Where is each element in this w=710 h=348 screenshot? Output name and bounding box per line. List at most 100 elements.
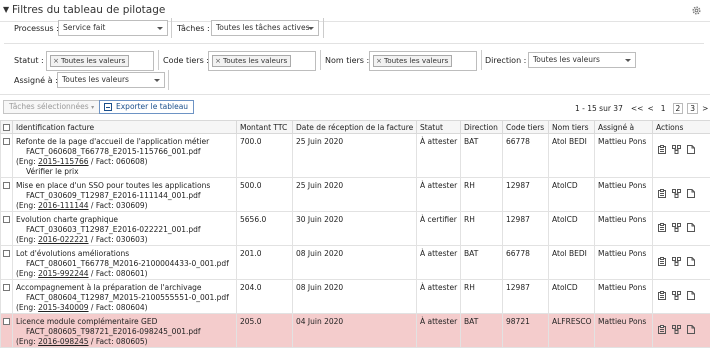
- row-checkbox[interactable]: [3, 318, 10, 325]
- invoice-eng-line: (Eng: 2016-098245 / Fact: 080605): [16, 337, 236, 347]
- engagement-link[interactable]: 2016-111144: [38, 201, 88, 210]
- engagement-link[interactable]: 2016-022221: [38, 235, 88, 244]
- invoice-file[interactable]: FACT_030609_T12987_E2016-111144_001.pdf: [16, 191, 236, 201]
- document-icon[interactable]: [687, 145, 695, 154]
- direction-cell: BAT: [461, 246, 503, 280]
- invoice-identification: Mise en place d'un SSO pour toutes les a…: [13, 178, 237, 212]
- prev-page-link[interactable]: <: [647, 104, 653, 113]
- row-checkbox[interactable]: [3, 182, 10, 189]
- workflow-icon[interactable]: [672, 325, 681, 334]
- actions-cell: [653, 280, 710, 314]
- invoice-file[interactable]: FACT_080604_T12987_M2015-2100555551-0_00…: [16, 293, 236, 303]
- engagement-link[interactable]: 2015-115766: [38, 157, 88, 166]
- direction-cell: RH: [461, 178, 503, 212]
- clipboard-icon[interactable]: [658, 325, 666, 334]
- assigne-cell: Mattieu Pons: [595, 178, 653, 212]
- montant-cell: 5656.0: [237, 212, 293, 246]
- page-2-link[interactable]: 2: [673, 103, 684, 114]
- nom-tiers-tag[interactable]: ×Toutes les valeurs: [373, 55, 452, 67]
- code-tiers-cell: 12987: [503, 178, 549, 212]
- code-tiers-multiselect[interactable]: ×Toutes les valeurs: [208, 51, 316, 71]
- row-select-cell: [1, 280, 13, 314]
- direction-cell: RH: [461, 280, 503, 314]
- code-tiers-tag[interactable]: ×Toutes les valeurs: [212, 55, 291, 67]
- export-table-button[interactable]: Exporter le tableau: [99, 100, 194, 114]
- engagement-link[interactable]: 2015-992244: [38, 269, 88, 278]
- collapse-triangle-icon[interactable]: ▼: [3, 5, 9, 14]
- workflow-icon[interactable]: [672, 291, 681, 300]
- row-checkbox[interactable]: [3, 284, 10, 291]
- invoice-title: Accompagnement à la préparation de l'arc…: [16, 283, 236, 293]
- document-icon[interactable]: [687, 223, 695, 232]
- col-montant[interactable]: Montant TTC: [237, 121, 293, 134]
- page-1-link[interactable]: 1: [658, 103, 669, 114]
- invoice-identification: Accompagnement à la préparation de l'arc…: [13, 280, 237, 314]
- remove-tag-icon[interactable]: ×: [376, 56, 382, 65]
- filters-header[interactable]: ▼ Filtres du tableau de pilotage: [0, 0, 710, 22]
- document-icon[interactable]: [687, 257, 695, 266]
- engagement-link[interactable]: 2016-098245: [38, 337, 88, 346]
- invoice-title: Refonte de la page d'accueil de l'applic…: [16, 137, 236, 147]
- next-page-link[interactable]: >: [702, 104, 708, 113]
- processus-select[interactable]: Service fait: [58, 20, 168, 36]
- col-nom-tiers[interactable]: Nom tiers: [549, 121, 595, 134]
- taches-label: Tâches :: [177, 24, 210, 33]
- table-row[interactable]: Evolution charte graphiqueFACT_030603_T1…: [1, 212, 710, 246]
- direction-cell: BAT: [461, 134, 503, 178]
- montant-cell: 205.0: [237, 314, 293, 348]
- workflow-icon[interactable]: [672, 145, 681, 154]
- col-direction[interactable]: Direction: [461, 121, 503, 134]
- col-assigne[interactable]: Assigné à: [595, 121, 653, 134]
- remove-tag-icon[interactable]: ×: [215, 56, 221, 65]
- document-icon[interactable]: [687, 291, 695, 300]
- clipboard-icon[interactable]: [658, 257, 666, 266]
- col-identification[interactable]: Identification facture: [13, 121, 237, 134]
- direction-cell: RH: [461, 212, 503, 246]
- col-code-tiers[interactable]: Code tiers: [503, 121, 549, 134]
- document-icon[interactable]: [687, 189, 695, 198]
- col-statut[interactable]: Statut: [417, 121, 461, 134]
- document-icon[interactable]: [687, 325, 695, 334]
- table-header-row: Identification facture Montant TTC Date …: [1, 121, 710, 134]
- workflow-icon[interactable]: [672, 189, 681, 198]
- statut-multiselect[interactable]: ×Toutes les valeurs: [46, 51, 154, 71]
- row-select-cell: [1, 134, 13, 178]
- clipboard-icon[interactable]: [658, 291, 666, 300]
- col-date[interactable]: Date de réception de la facture: [293, 121, 417, 134]
- page-3-link[interactable]: 3: [687, 103, 698, 114]
- date-cell: 08 Juin 2020: [293, 246, 417, 280]
- invoice-file[interactable]: FACT_080601_T66778_M2016-2100004433-0_00…: [16, 259, 236, 269]
- gear-icon[interactable]: [691, 5, 702, 16]
- table-row[interactable]: Accompagnement à la préparation de l'arc…: [1, 280, 710, 314]
- invoice-file[interactable]: FACT_030603_T12987_E2016-022221_001.pdf: [16, 225, 236, 235]
- montant-cell: 500.0: [237, 178, 293, 212]
- select-all-checkbox[interactable]: [3, 124, 10, 131]
- clipboard-icon[interactable]: [658, 223, 666, 232]
- nom-tiers-multiselect[interactable]: ×Toutes les valeurs: [369, 51, 477, 71]
- date-cell: 25 Juin 2020: [293, 134, 417, 178]
- taches-selectionnees-button[interactable]: Tâches sélectionnées ▾: [3, 100, 100, 114]
- direction-select[interactable]: Toutes les valeurs: [528, 52, 636, 68]
- table-row[interactable]: Mise en place d'un SSO pour toutes les a…: [1, 178, 710, 212]
- remove-tag-icon[interactable]: ×: [53, 56, 59, 65]
- row-checkbox[interactable]: [3, 250, 10, 257]
- first-page-link[interactable]: <<: [631, 104, 644, 113]
- table-row[interactable]: Lot d'évolutions améliorationsFACT_08060…: [1, 246, 710, 280]
- table-row[interactable]: Licence module complémentaire GEDFACT_08…: [1, 314, 710, 348]
- taches-select[interactable]: Toutes les tâches actives: [211, 20, 319, 36]
- table-row[interactable]: Refonte de la page d'accueil de l'applic…: [1, 134, 710, 178]
- clipboard-icon[interactable]: [658, 189, 666, 198]
- row-checkbox[interactable]: [3, 138, 10, 145]
- date-cell: 08 Juin 2020: [293, 280, 417, 314]
- invoice-file[interactable]: FACT_060608_T66778_E2015-115766_001.pdf: [16, 147, 236, 157]
- engagement-link[interactable]: 2015-340009: [38, 303, 88, 312]
- clipboard-icon[interactable]: [658, 145, 666, 154]
- code-tiers-cell: 12987: [503, 212, 549, 246]
- assigne-label: Assigné à :: [14, 76, 58, 85]
- assigne-select[interactable]: Toutes les valeurs: [57, 72, 165, 88]
- statut-tag[interactable]: ×Toutes les valeurs: [50, 55, 129, 67]
- nom-tiers-cell: Atol BEDI: [549, 134, 595, 178]
- workflow-icon[interactable]: [672, 223, 681, 232]
- workflow-icon[interactable]: [672, 257, 681, 266]
- row-checkbox[interactable]: [3, 216, 10, 223]
